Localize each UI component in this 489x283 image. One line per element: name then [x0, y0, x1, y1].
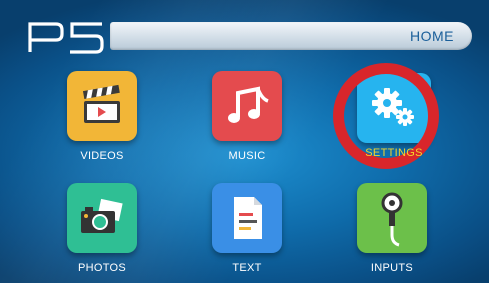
clapperboard-icon: [82, 84, 120, 123]
music-label: MUSIC: [228, 150, 266, 162]
photos-app-button[interactable]: [67, 183, 137, 253]
home-label: HOME: [410, 28, 454, 44]
videos-label: VIDEOS: [80, 150, 124, 162]
cable-plug-icon: [381, 192, 403, 247]
text-label: TEXT: [232, 262, 262, 274]
text-app-button[interactable]: [212, 183, 282, 253]
music-app-button[interactable]: [212, 71, 282, 141]
inputs-app-button[interactable]: [357, 183, 427, 253]
p5-logo: P5: [28, 22, 104, 54]
settings-label: SETTINGS: [365, 147, 423, 159]
home-bar: HOME: [110, 22, 472, 50]
music-note-icon: [228, 86, 269, 123]
photos-label: PHOTOS: [77, 262, 127, 274]
camera-photos-icon: [81, 198, 123, 233]
videos-app-button[interactable]: [67, 71, 137, 141]
inputs-label: INPUTS: [370, 262, 414, 274]
document-icon: [234, 197, 262, 239]
